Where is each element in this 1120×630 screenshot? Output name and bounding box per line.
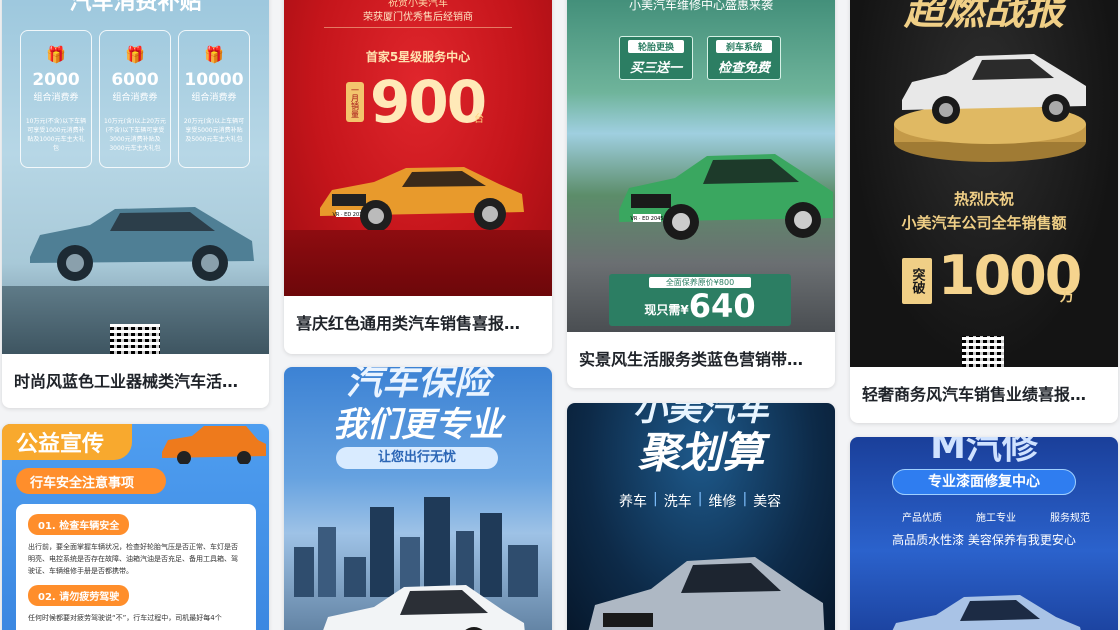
voucher-amount: 10000 [184, 70, 244, 90]
notice-item-title: 01. 检查车辆安全 [28, 514, 130, 535]
service-item: 维修 [708, 494, 737, 510]
promo-tag-head: 轮胎更换 [628, 40, 684, 53]
sales-number: 900 [370, 68, 487, 136]
gift-icon: 🎁 [46, 45, 66, 64]
sales-unit: 台 [474, 114, 484, 125]
poster-top-line2: 荣获厦门优秀售后经销商 [324, 8, 512, 28]
template-title[interactable]: 时尚风蓝色工业器械类汽车活… [2, 354, 269, 406]
template-card[interactable]: 小美汽车 聚划算 养车 | 洗车 | 维修 | 美容 [567, 403, 835, 630]
suv-car-image [30, 207, 254, 281]
feature-list: 产品优质 施工专业 服务规范 [902, 509, 1090, 524]
template-card[interactable]: 祝贺小美汽车 荣获厦门优秀售后经销商 首家5星级服务中心 一月销量 900 台 … [284, 0, 552, 354]
poster-header: 超燃战报 [904, 0, 1064, 34]
poster-line2: 我们更专业 [333, 405, 503, 445]
poster-line2: 小美汽车公司全年销售额 [901, 214, 1067, 232]
price-box: 全面保养原价¥800 现只需¥ 640 [609, 274, 791, 326]
white-car-image [323, 585, 525, 630]
voucher-desc: 20万元(含)以上车辆可享受5000元消费补贴及5000元车主大礼包 [183, 118, 245, 143]
blue-car-image [892, 595, 1081, 630]
now-price-label: 现只需¥ [644, 303, 689, 317]
notice-item-title: 02. 请勿疲劳驾驶 [28, 585, 130, 606]
voucher-label: 组合消费券 [112, 93, 158, 103]
banner-title: 公益宣传 [16, 432, 105, 457]
poster-subtitle: 行车安全注意事项 [16, 468, 166, 494]
template-thumbnail[interactable]: 汽车保险 我们更专业 让您出行无忧 [284, 367, 552, 630]
voucher-label: 组合消费券 [191, 93, 237, 103]
template-card[interactable]: 汽车消费补贴 🎁 2000 组合消费券 10万元(不含)以下车辆可享受1000元… [2, 0, 269, 408]
poster-header: 汽车消费补贴 [69, 0, 202, 15]
sports-car-image: VR · ED 2015 [320, 167, 524, 232]
poster-pill: 让您出行无忧 [336, 447, 498, 469]
sales-number: 1000 [938, 244, 1082, 307]
qr-code-image [962, 336, 1004, 367]
template-card[interactable]: 小美汽车维修中心盛惠来袭 轮胎更换 买三送一 刹车系统 检查免费 VR · ED… [567, 0, 835, 388]
template-card[interactable]: 超燃战报 热烈庆祝 小美汽车公司全年销售额 突破 1000 万 轻奢商务风汽车销… [850, 0, 1118, 423]
poster-header: M汽修 [930, 437, 1038, 467]
poster-subtitle: 首家5星级服务中心 [365, 50, 471, 64]
notice-item-text: 出行前，要全面掌握车辆状况，检查好轮胎气压是否正常、车灯是否明亮、电控系统是否存… [28, 543, 238, 575]
poster-line1: 热烈庆祝 [953, 190, 1014, 208]
voucher-box: 🎁 10000 组合消费券 20万元(含)以上车辆可享受5000元消费补贴及50… [178, 30, 250, 168]
stage-floor [284, 230, 552, 296]
service-item: 美容 [753, 494, 782, 510]
promo-tag: 刹车系统 检查免费 [707, 36, 781, 80]
voucher-desc: 10万元(不含)以下车辆可享受1000元消费补贴及1000元车主大礼包 [25, 118, 87, 152]
template-thumbnail[interactable]: 小美汽车维修中心盛惠来袭 轮胎更换 买三送一 刹车系统 检查免费 VR · ED… [567, 0, 835, 332]
service-item: 养车 [619, 494, 647, 510]
qr-code-image [110, 324, 160, 354]
template-gallery: 汽车消费补贴 🎁 2000 组合消费券 10万元(不含)以下车辆可享受1000元… [0, 0, 1120, 630]
orange-car-icon [162, 426, 266, 464]
service-list: 养车 | 洗车 | 维修 | 美容 [619, 491, 782, 510]
template-thumbnail[interactable]: 公益宣传 行车安全注意事项 01. 检查车辆安全 出行前，要全面掌握车辆状况，检… [2, 424, 269, 630]
feature-item: 施工专业 [976, 513, 1016, 524]
template-title[interactable]: 实景风生活服务类蓝色营销带… [567, 332, 835, 384]
feature-item: 服务规范 [1050, 513, 1090, 524]
now-price: 640 [688, 287, 756, 325]
poster-line2: 聚划算 [637, 428, 764, 477]
template-thumbnail[interactable]: 小美汽车 聚划算 养车 | 洗车 | 维修 | 美容 [567, 403, 835, 630]
gift-icon: 🎁 [204, 45, 224, 64]
sales-side-label: 一月销量 [346, 82, 364, 122]
sales-unit: 万 [1060, 289, 1074, 305]
template-title[interactable]: 喜庆红色通用类汽车销售喜报… [284, 296, 552, 348]
promo-tag-body: 买三送一 [629, 61, 682, 76]
breakthrough-badge: 突破 [902, 258, 932, 304]
voucher-box: 🎁 6000 组合消费券 10万元(含)以上20万元(不含)以下车辆可享受300… [99, 30, 171, 168]
podium-car-image [894, 54, 1086, 162]
safety-notice: 01. 检查车辆安全 出行前，要全面掌握车辆状况，检查好轮胎气压是否正常、车灯是… [16, 504, 256, 630]
gift-icon: 🎁 [125, 45, 145, 64]
voucher-amount: 6000 [111, 70, 159, 90]
feature-item: 产品优质 [902, 513, 942, 524]
poster-pill: 专业漆面修复中心 [892, 469, 1076, 495]
template-card[interactable]: M汽修 专业漆面修复中心 产品优质 施工专业 服务规范 高品质水性漆 美容保养有… [850, 437, 1118, 630]
template-card[interactable]: 汽车保险 我们更专业 让您出行无忧 [284, 367, 552, 630]
template-thumbnail[interactable]: 祝贺小美汽车 荣获厦门优秀售后经销商 首家5星级服务中心 一月销量 900 台 … [284, 0, 552, 296]
service-item: 洗车 [663, 494, 692, 510]
voucher-desc: 10万元(含)以上20万元(不含)以下车辆可享受3000元消费补贴及3000元车… [104, 118, 166, 152]
silver-car-image [588, 557, 825, 630]
promo-tag: 轮胎更换 买三送一 [619, 36, 693, 80]
notice-item-text: 任何时候都要对疲劳驾驶说“不”，行车过程中，司机最好每4个 [28, 614, 222, 622]
promo-tag-body: 检查免费 [717, 61, 770, 76]
poster-slogan: 高品质水性漆 美容保养有我更安心 [892, 533, 1076, 547]
voucher-amount: 2000 [32, 70, 80, 90]
template-thumbnail[interactable]: 超燃战报 热烈庆祝 小美汽车公司全年销售额 突破 1000 万 [850, 0, 1118, 367]
license-plate: VR · ED 2045 [631, 216, 664, 222]
template-thumbnail[interactable]: 汽车消费补贴 🎁 2000 组合消费券 10万元(不含)以下车辆可享受1000元… [2, 0, 269, 354]
voucher-box: 🎁 2000 组合消费券 10万元(不含)以下车辆可享受1000元消费补贴及10… [20, 30, 92, 168]
promo-tag-head: 刹车系统 [716, 40, 772, 53]
template-thumbnail[interactable]: M汽修 专业漆面修复中心 产品优质 施工专业 服务规范 高品质水性漆 美容保养有… [850, 437, 1118, 630]
template-title[interactable]: 轻奢商务风汽车销售业绩喜报… [850, 367, 1118, 419]
template-card[interactable]: 公益宣传 行车安全注意事项 01. 检查车辆安全 出行前，要全面掌握车辆状况，检… [2, 424, 269, 630]
green-car-image: VR · ED 2045 [619, 154, 833, 240]
poster-top: 小美汽车维修中心盛惠来袭 [628, 0, 773, 12]
voucher-label: 组合消费券 [33, 93, 79, 103]
